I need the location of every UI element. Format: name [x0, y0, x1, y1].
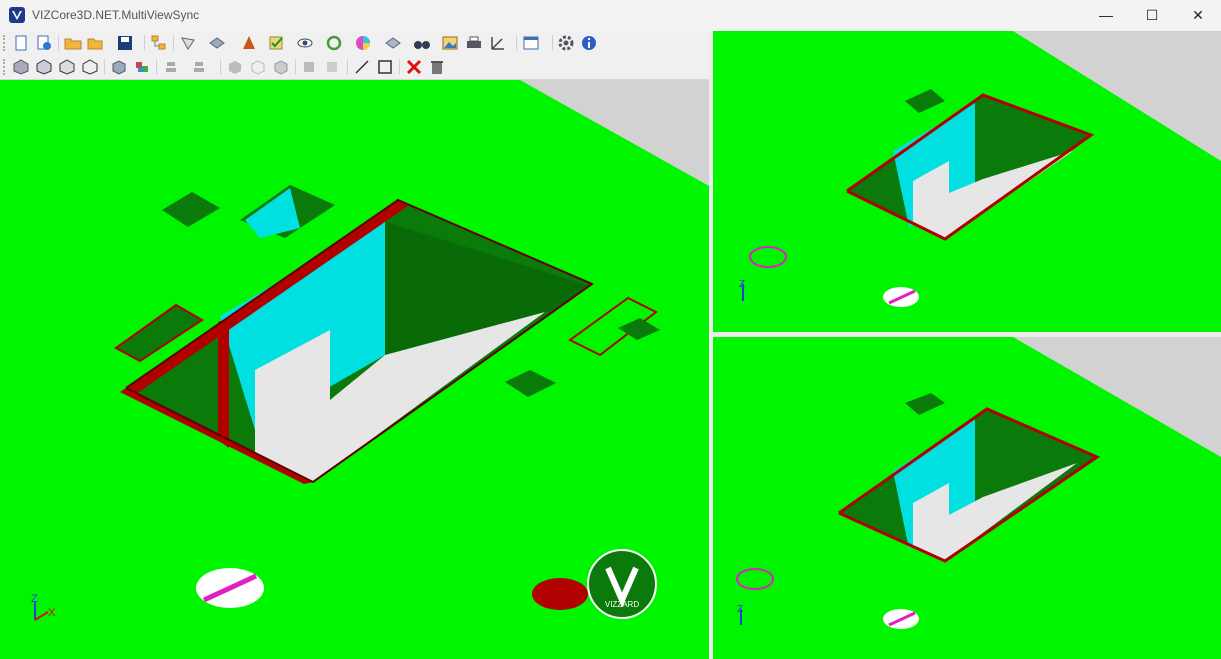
application-window: VIZCore3D.NET.MultiViewSync — ☐ ✕ VIZZAR… [0, 0, 1221, 659]
top-right-3d-viewport[interactable]: Z [713, 31, 1221, 332]
section-icon[interactable] [384, 34, 402, 52]
model-tree-icon[interactable] [150, 34, 168, 52]
title-bar: VIZCore3D.NET.MultiViewSync — ☐ ✕ [0, 0, 1221, 30]
toolbar-grip[interactable] [3, 59, 8, 75]
minimize-button[interactable]: — [1083, 0, 1129, 30]
trash-icon[interactable] [428, 58, 446, 76]
view-top-icon[interactable] [58, 58, 76, 76]
align-icon[interactable] [162, 58, 180, 76]
app-logo-icon [9, 7, 25, 23]
open-folder-icon[interactable] [64, 34, 82, 52]
print-icon[interactable] [465, 34, 483, 52]
axis-indicator: Z X [31, 593, 56, 621]
add-icon[interactable] [35, 34, 53, 52]
info-icon[interactable] [580, 34, 598, 52]
open-dropdown-icon[interactable] [87, 34, 105, 52]
eye-icon[interactable] [296, 34, 314, 52]
new-document-icon[interactable] [12, 34, 30, 52]
maximize-button[interactable]: ☐ [1129, 0, 1175, 30]
image-icon[interactable] [441, 34, 459, 52]
shaded-icon[interactable] [226, 58, 244, 76]
view-front-icon[interactable] [35, 58, 53, 76]
window-title: VIZCore3D.NET.MultiViewSync [32, 8, 200, 22]
camera-icon[interactable] [208, 34, 226, 52]
toolbar-grip[interactable] [3, 35, 8, 51]
box-icon[interactable] [110, 58, 128, 76]
select-icon[interactable] [180, 34, 198, 52]
vizzard-logo: VIZZARD [587, 549, 657, 619]
align-down-icon[interactable] [190, 58, 208, 76]
main-toolbar [0, 31, 710, 55]
view-iso-icon[interactable] [12, 58, 30, 76]
logo-text: VIZZARD [605, 600, 639, 609]
plate-model-scene: VIZZARD Z X [31, 80, 709, 621]
plate-model-scene: Z [736, 337, 1221, 629]
color-wheel-icon[interactable] [354, 34, 372, 52]
close-button[interactable]: ✕ [1175, 0, 1221, 30]
hidden-icon[interactable] [272, 58, 290, 76]
plate-model-scene: Z [739, 31, 1221, 307]
cut-icon[interactable] [324, 58, 342, 76]
cone-icon[interactable] [240, 34, 258, 52]
axis-z-label: Z [739, 279, 745, 290]
save-icon[interactable] [116, 34, 134, 52]
view-toolbar [0, 55, 710, 80]
line-icon[interactable] [353, 58, 371, 76]
view-side-icon[interactable] [81, 58, 99, 76]
light-icon[interactable] [301, 58, 319, 76]
binoculars-icon[interactable] [413, 34, 431, 52]
axis-x-label: X [48, 607, 56, 619]
rectangle-icon[interactable] [376, 58, 394, 76]
measure-icon[interactable] [489, 34, 507, 52]
multi-box-icon[interactable] [133, 58, 151, 76]
wire-icon[interactable] [249, 58, 267, 76]
bottom-right-3d-viewport[interactable]: Z [713, 337, 1221, 659]
rotate-icon[interactable] [325, 34, 343, 52]
window-icon[interactable] [522, 34, 540, 52]
delete-icon[interactable] [405, 58, 423, 76]
axis-z-label: Z [737, 604, 743, 615]
axis-z-label: Z [31, 593, 38, 605]
main-3d-viewport[interactable]: VIZZARD Z X [0, 80, 709, 659]
checkbox-icon[interactable] [268, 34, 286, 52]
settings-icon[interactable] [557, 34, 575, 52]
